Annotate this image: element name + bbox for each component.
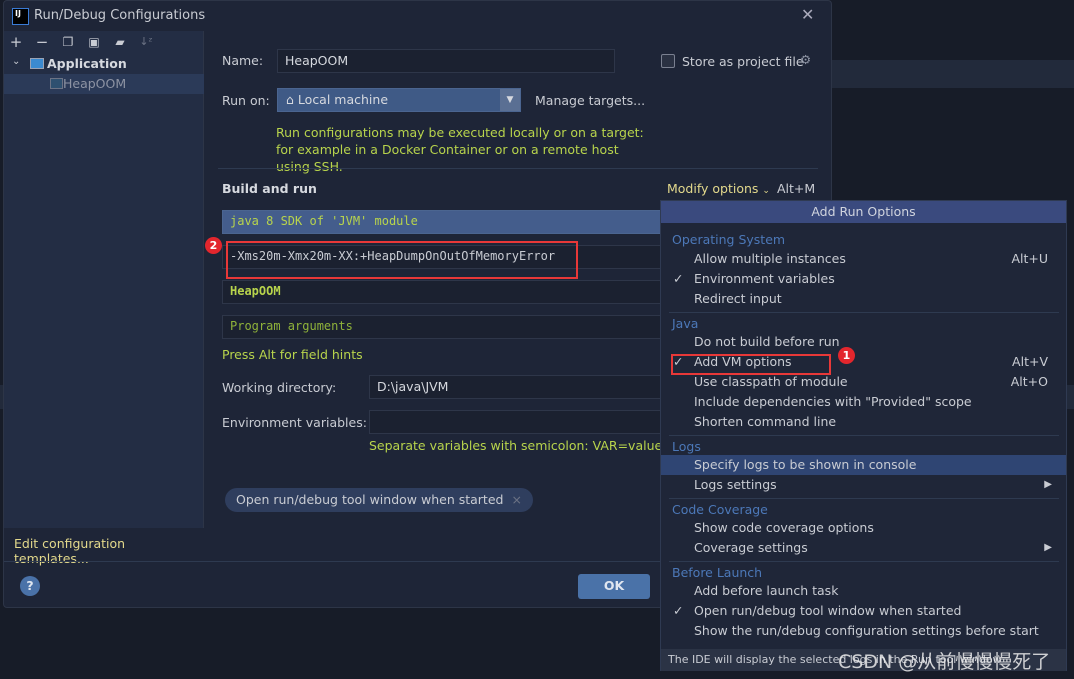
name-label: Name: bbox=[222, 53, 264, 68]
add-run-options-popup: Add Run Options Operating System Allow m… bbox=[660, 200, 1067, 671]
menu-item-open-tool-window[interactable]: ✓ Open run/debug tool window when started bbox=[661, 601, 1066, 621]
run-on-label: Run on: bbox=[222, 93, 270, 108]
ok-button[interactable]: OK bbox=[578, 574, 650, 599]
tree-item-heapoom[interactable]: HeapOOM bbox=[4, 74, 204, 94]
divider bbox=[669, 435, 1059, 436]
tree-group-application[interactable]: ⌄ Application bbox=[4, 54, 204, 74]
divider bbox=[669, 561, 1059, 562]
section-code-coverage: Code Coverage bbox=[672, 502, 768, 517]
close-icon[interactable]: × bbox=[511, 492, 521, 507]
help-button[interactable]: ? bbox=[20, 576, 40, 596]
menu-item-environment-variables[interactable]: ✓ Environment variables bbox=[661, 269, 1066, 289]
menu-item-include-provided[interactable]: Include dependencies with "Provided" sco… bbox=[661, 392, 1066, 412]
popup-title: Add Run Options bbox=[661, 201, 1066, 223]
menu-item-coverage-settings[interactable]: Coverage settings ▶ bbox=[661, 538, 1066, 558]
chevron-down-icon[interactable]: ▼ bbox=[500, 89, 520, 111]
option-chip-open-tool-window: Open run/debug tool window when started … bbox=[225, 488, 533, 512]
menu-item-shorten-command[interactable]: Shorten command line bbox=[661, 412, 1066, 432]
section-before-launch: Before Launch bbox=[672, 565, 763, 580]
divider bbox=[669, 498, 1059, 499]
window-title: Run/Debug Configurations bbox=[34, 8, 206, 23]
folder-add-icon[interactable]: ▰ bbox=[111, 35, 129, 49]
divider bbox=[218, 168, 818, 169]
menu-item-logs-settings[interactable]: Logs settings ▶ bbox=[661, 475, 1066, 495]
menu-item-show-coverage[interactable]: Show code coverage options bbox=[661, 518, 1066, 538]
menu-item-show-settings[interactable]: Show the run/debug configuration setting… bbox=[661, 621, 1066, 641]
tree-group-label: Application bbox=[47, 56, 127, 71]
menu-item-add-before-launch[interactable]: Add before launch task bbox=[661, 581, 1066, 601]
menu-item-allow-multiple[interactable]: Allow multiple instances Alt+U bbox=[661, 249, 1066, 269]
chevron-right-icon: ▶ bbox=[1044, 542, 1052, 553]
main-class-input[interactable]: HeapOOM bbox=[222, 280, 662, 304]
tree-item-label: HeapOOM bbox=[63, 76, 127, 91]
chevron-down-icon: ⌄ bbox=[762, 186, 770, 196]
modify-options-button[interactable]: Modify options ⌄ bbox=[667, 181, 770, 196]
gear-icon[interactable]: ⚙ bbox=[800, 52, 811, 67]
annotation-badge-2: 2 bbox=[205, 237, 222, 254]
run-on-value: Local machine bbox=[297, 92, 389, 107]
home-icon: ⌂ bbox=[286, 92, 294, 107]
manage-targets-link[interactable]: Manage targets... bbox=[535, 93, 645, 108]
plus-icon[interactable]: + bbox=[7, 33, 25, 51]
menu-item-use-classpath[interactable]: Use classpath of module Alt+O bbox=[661, 372, 1066, 392]
working-directory-label: Working directory: bbox=[222, 380, 337, 395]
divider bbox=[669, 312, 1059, 313]
env-variables-label: Environment variables: bbox=[222, 415, 367, 430]
chevron-down-icon[interactable]: ⌄ bbox=[12, 56, 20, 67]
name-input[interactable]: HeapOOM bbox=[277, 49, 615, 73]
config-sidebar: + − ❐ ▣ ▰ ↓ᶻ ⌄ Application HeapOOM Edit … bbox=[4, 31, 204, 566]
env-variables-input[interactable] bbox=[369, 410, 662, 434]
sort-icon[interactable]: ↓ᶻ bbox=[137, 35, 155, 48]
run-on-dropdown[interactable]: ⌂ Local machine ▼ bbox=[277, 88, 521, 112]
env-variables-hint: Separate variables with semicolon: VAR=v… bbox=[369, 438, 662, 453]
application-icon bbox=[30, 58, 44, 69]
section-logs: Logs bbox=[672, 439, 701, 454]
modify-options-shortcut: Alt+M bbox=[777, 181, 816, 196]
build-run-heading: Build and run bbox=[222, 181, 317, 196]
minus-icon[interactable]: − bbox=[33, 33, 51, 51]
background-panel bbox=[832, 60, 1074, 88]
section-java: Java bbox=[672, 316, 699, 331]
close-icon[interactable]: ✕ bbox=[801, 5, 814, 24]
chip-label: Open run/debug tool window when started bbox=[236, 492, 504, 507]
store-project-checkbox[interactable] bbox=[661, 54, 675, 68]
annotation-badge-1: 1 bbox=[838, 347, 855, 364]
chevron-right-icon: ▶ bbox=[1044, 479, 1052, 490]
application-icon bbox=[50, 78, 63, 89]
edit-templates-link[interactable]: Edit configuration templates... bbox=[4, 528, 204, 566]
modify-options-label: Modify options bbox=[667, 181, 759, 196]
jre-dropdown[interactable]: java 8 SDK of 'JVM' module bbox=[222, 210, 662, 234]
check-icon: ✓ bbox=[673, 271, 684, 286]
menu-item-do-not-build[interactable]: Do not build before run bbox=[661, 332, 1066, 352]
check-icon: ✓ bbox=[673, 603, 684, 618]
intellij-logo: IJ bbox=[12, 8, 29, 25]
section-operating-system: Operating System bbox=[672, 232, 786, 247]
working-directory-input[interactable]: D:\java\JVM bbox=[369, 375, 662, 399]
menu-item-specify-logs[interactable]: Specify logs to be shown in console bbox=[661, 455, 1066, 475]
title-bar: IJ Run/Debug Configurations ✕ bbox=[4, 1, 833, 31]
store-project-label: Store as project file bbox=[682, 54, 804, 69]
watermark: CSDN @从前慢慢慢死了 bbox=[838, 651, 1051, 673]
menu-item-redirect-input[interactable]: Redirect input bbox=[661, 289, 1066, 309]
vm-options-highlight bbox=[226, 241, 578, 279]
field-hints-text: Press Alt for field hints bbox=[222, 347, 363, 362]
save-icon[interactable]: ▣ bbox=[85, 35, 103, 49]
copy-icon[interactable]: ❐ bbox=[59, 35, 77, 49]
program-arguments-input[interactable]: Program arguments bbox=[222, 315, 662, 339]
